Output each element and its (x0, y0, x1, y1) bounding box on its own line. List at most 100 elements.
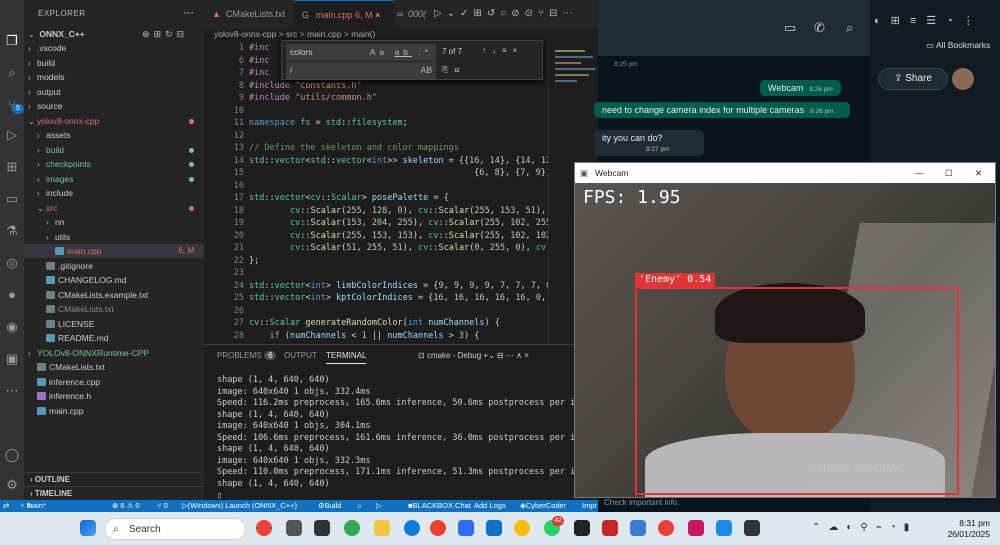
testing-icon[interactable]: ⚗ (3, 222, 21, 240)
terminal-icon[interactable]: ▣ (3, 350, 21, 368)
whole-word-toggle[interactable]: ab (394, 47, 411, 57)
minimize-icon[interactable]: — (915, 163, 924, 183)
all-bookmarks[interactable]: ▭ All Bookmarks (926, 40, 990, 51)
tree-item[interactable]: › output (24, 85, 204, 99)
tab-output[interactable]: OUTPUT (284, 351, 317, 360)
outline-section[interactable]: › OUTLINE (24, 472, 204, 486)
launch-config[interactable]: ▷ (Windows) Launch (ONNX_C++) (182, 500, 297, 512)
tab-problems[interactable]: PROBLEMS 6 (217, 351, 277, 360)
pdf-icon[interactable] (602, 520, 618, 536)
tree-item[interactable]: › models (24, 70, 204, 84)
clock[interactable]: 8:31 pm 26/01/2025 (947, 518, 990, 540)
problems-indicator[interactable]: ⊗ 6 ⚠ 0 (112, 500, 140, 512)
tree-item[interactable]: › assets (24, 128, 204, 142)
explorer-icon[interactable]: ❐ (3, 32, 21, 50)
preserve-case-toggle[interactable]: AB (421, 62, 432, 79)
explorer-more-icon[interactable]: ⋯ (183, 6, 194, 19)
webcam-app-icon[interactable] (744, 520, 760, 536)
remote-explorer-icon[interactable]: ▭ (3, 190, 21, 208)
windows-start-icon[interactable] (80, 520, 96, 536)
share-button[interactable]: ⇪ Share (878, 68, 948, 90)
terminal-app-icon[interactable] (574, 520, 590, 536)
tab-cmakelists[interactable]: ▲ CMakeLists.txt (204, 0, 294, 28)
debug-icon[interactable]: ☼ (356, 500, 363, 512)
tree-item[interactable]: › images (24, 172, 204, 186)
code-editor[interactable]: 1 #inc 6 #inc 7 #inc 8 #include "constants.h" 9 #… (204, 42, 598, 344)
match-case-toggle[interactable]: Aa (370, 47, 388, 57)
tree-item[interactable]: ⌄ yolov8-onnx-cpp (24, 114, 204, 128)
run-debug-icon[interactable]: ▷ (3, 126, 21, 144)
explorer-actions-icons[interactable]: ⊕⊞↻⊟ (142, 27, 188, 41)
tab-main-cpp[interactable]: Gmain.cpp 6, M × (294, 0, 394, 28)
add-logs[interactable]: Add Logs (474, 500, 506, 512)
terminal-selector[interactable]: ⊡ cmake - Debug +⌄ ⊟ ⋯ ∧ × (418, 351, 529, 360)
vscode-icon[interactable] (486, 520, 502, 536)
tree-item[interactable]: › utils (24, 230, 204, 244)
app-icon[interactable] (314, 520, 330, 536)
task-view-icon[interactable] (286, 520, 302, 536)
close-icon[interactable]: ✕ (975, 163, 982, 183)
cybercoder[interactable]: ◈ CyberCoder (520, 500, 566, 512)
remote-icon[interactable]: ⇄ (3, 500, 9, 512)
notepad-icon[interactable] (716, 520, 732, 536)
chrome-profile-icon[interactable] (344, 520, 360, 536)
message-camera-index[interactable]: need to change camera index for multiple… (594, 102, 850, 118)
replace-input[interactable]: / AB (286, 62, 436, 79)
chrome-alt-icon[interactable] (430, 520, 446, 536)
tree-item[interactable]: main.cpp (24, 404, 204, 418)
close-icon[interactable]: × (375, 10, 380, 20)
tab-other[interactable]: ∞ 000( (394, 0, 432, 28)
tree-item[interactable]: README.md (24, 331, 204, 345)
tree-item[interactable]: main.cpp 6, M (24, 244, 204, 258)
system-tray-icons[interactable]: ⌃☁◐⚲⌁◔▮ (812, 522, 917, 533)
workspace-root[interactable]: ⌄ ONNX_C++ ⊕⊞↻⊟ (24, 27, 204, 41)
build-button[interactable]: ⚙ Build (318, 500, 341, 512)
webcam-titlebar[interactable]: ▣ Webcam — ☐ ✕ (575, 163, 995, 183)
tree-item[interactable]: LICENSE (24, 317, 204, 331)
tree-item[interactable]: › build (24, 56, 204, 70)
tree-item[interactable]: ⌄ src (24, 201, 204, 215)
chrome-alt3-icon[interactable] (658, 520, 674, 536)
find-input[interactable]: colors Aa ab .* (286, 44, 436, 61)
editor-actions-icons[interactable]: ▷⌄✓⊞↺○⊘⊙⑂⊟⋯ (434, 8, 577, 19)
replace-actions-icons[interactable]: ⎘⊟ (442, 65, 466, 75)
tree-item[interactable]: .gitignore (24, 259, 204, 273)
message-incoming[interactable]: ity you can do? 8:27 pm (594, 130, 704, 156)
app2-icon[interactable] (630, 520, 646, 536)
file-explorer-icon[interactable] (374, 520, 390, 536)
account-icon[interactable]: ◯ (3, 446, 21, 464)
tree-item[interactable]: inference.h (24, 389, 204, 403)
tree-item[interactable]: CHANGELOG.md (24, 273, 204, 287)
tree-item[interactable]: inference.cpp (24, 375, 204, 389)
video-call-icon[interactable]: ▭ (784, 20, 796, 36)
extensions-icon[interactable]: ⊞ (3, 158, 21, 176)
search-icon[interactable]: ⌕ (3, 64, 21, 82)
tab-terminal[interactable]: TERMINAL (326, 351, 367, 364)
app3-icon[interactable] (688, 520, 704, 536)
regex-toggle[interactable]: .* (418, 47, 432, 57)
chrome-alt2-icon[interactable] (514, 520, 530, 536)
chat-search-icon[interactable]: ⌕ (846, 20, 853, 36)
avatar[interactable] (952, 68, 974, 90)
voice-call-icon[interactable]: ✆ (814, 20, 825, 36)
taskbar-search[interactable]: ⌕ Search (104, 518, 246, 540)
tree-item[interactable]: › source (24, 99, 204, 113)
settings-gear-icon[interactable]: ⚙ (3, 476, 21, 494)
edge-icon[interactable] (404, 520, 420, 536)
tree-item[interactable]: › checkpoints (24, 157, 204, 171)
browser-toolbar-icons[interactable]: ◐⊞≡☰◔⋮ (874, 14, 984, 27)
status-more[interactable]: Impr (582, 500, 597, 512)
tree-item[interactable]: › .vscode (24, 41, 204, 55)
maximize-icon[interactable]: ☐ (945, 163, 953, 183)
chrome-icon[interactable] (256, 520, 272, 536)
ports-indicator[interactable]: ⑂ 0 (157, 500, 168, 512)
find-nav-icons[interactable]: ↑↓≡× (482, 46, 523, 55)
zoom-icon[interactable] (458, 520, 474, 536)
blackbox-chat[interactable]: ■ BLACKBOX Chat (408, 500, 471, 512)
tree-item[interactable]: › include (24, 186, 204, 200)
tree-item[interactable]: › nn (24, 215, 204, 229)
tree-item[interactable]: CMakeLists.example.txt (24, 288, 204, 302)
tree-item[interactable]: CMakeLists.txt (24, 360, 204, 374)
message-webcam[interactable]: Webcam 8:26 pm (760, 80, 841, 96)
branch-indicator[interactable]: ⑂ main* ↻ (20, 500, 46, 512)
